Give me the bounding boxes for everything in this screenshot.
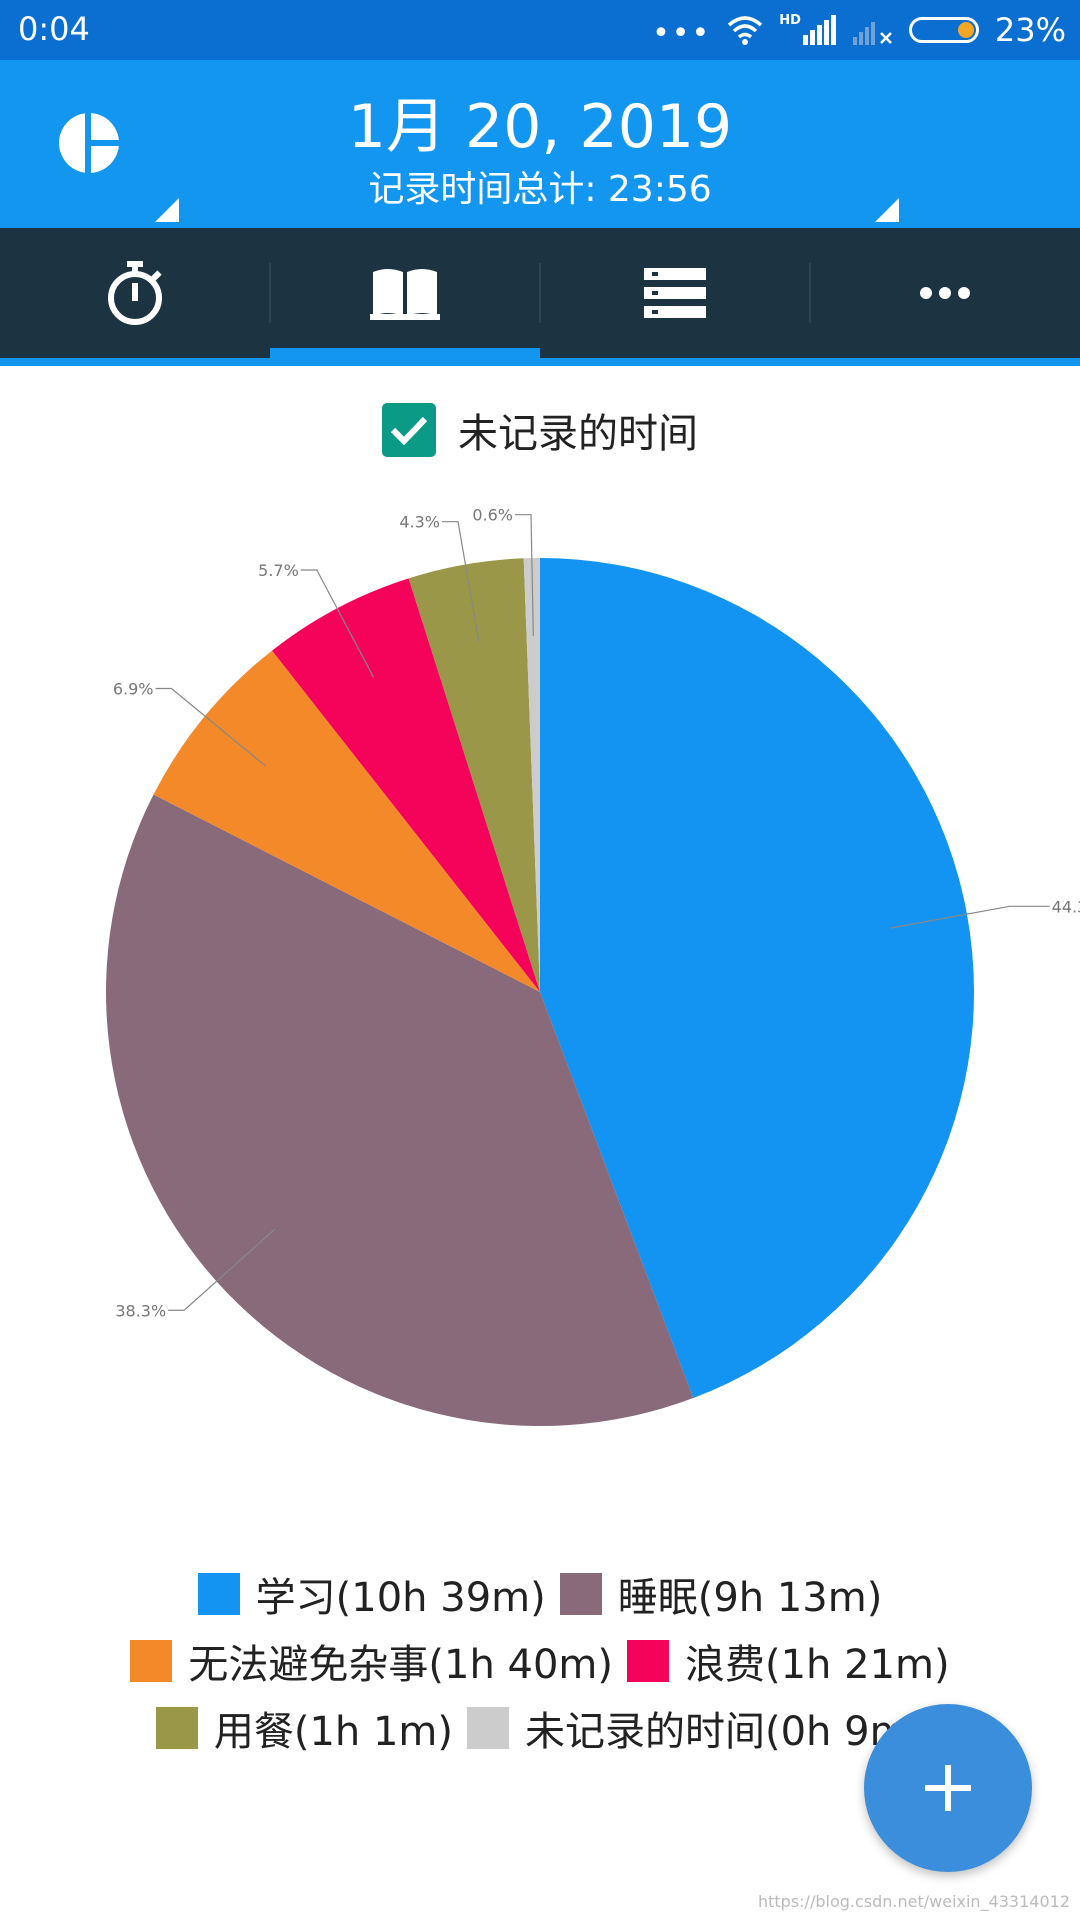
legend-item-5: 未记录的时间(0h 9m) <box>467 1699 924 1757</box>
legend-label-3: 浪费(1h 21m) <box>685 1641 950 1688</box>
tab-timer[interactable] <box>0 228 270 358</box>
signal-icon <box>802 15 836 45</box>
legend-swatch-1 <box>559 1572 602 1615</box>
legend-row: 无法避免杂事(1h 40m) 浪费(1h 21m) <box>0 1627 1080 1694</box>
legend-label-4: 用餐(1h 1m) <box>213 1708 453 1755</box>
legend-row: 学习(10h 39m) 睡眠(9h 13m) <box>0 1560 1080 1627</box>
legend-item-0: 学习(10h 39m) <box>197 1565 546 1623</box>
battery-percent: 23% <box>994 11 1066 49</box>
status-time: 0:04 <box>18 10 90 48</box>
tab-bar-underline <box>0 358 1080 366</box>
pie-pct-label-0: 44.3% <box>1052 897 1080 916</box>
pie-pct-label-5: 0.6% <box>472 506 513 525</box>
pie-pct-label-2: 6.9% <box>113 680 154 699</box>
legend-swatch-3 <box>627 1639 669 1682</box>
dropdown-corner-left-icon[interactable] <box>155 198 179 222</box>
header-date[interactable]: 1月 20, 2019 <box>0 78 1080 165</box>
battery-icon <box>908 17 979 43</box>
unrecorded-checkbox[interactable] <box>382 403 436 457</box>
unrecorded-label: 未记录的时间 <box>458 411 698 457</box>
pie-chart: 44.3% 38.3% 6.9% 5.7% 4.3% 0.6% <box>106 506 1080 1426</box>
legend-label-1: 睡眠(9h 13m) <box>617 1574 883 1621</box>
legend-swatch-2 <box>130 1639 173 1682</box>
more-dots-icon: ••• <box>652 16 712 51</box>
plus-icon <box>925 1765 971 1811</box>
pie-pct-label-4: 4.3% <box>399 513 440 532</box>
legend-item-4: 用餐(1h 1m) <box>155 1699 453 1757</box>
legend-item-1: 睡眠(9h 13m) <box>559 1565 883 1623</box>
legend-item-3: 浪费(1h 21m) <box>627 1632 950 1690</box>
legend-label-2: 无法避免杂事(1h 40m) <box>188 1641 613 1688</box>
unrecorded-filter[interactable]: 未记录的时间 <box>0 400 1080 460</box>
checkmark-icon <box>390 416 428 445</box>
tab-list[interactable] <box>540 228 810 358</box>
legend-swatch-5 <box>467 1706 509 1749</box>
wifi-icon <box>728 16 763 45</box>
tab-book[interactable] <box>270 228 540 358</box>
tab-bar <box>0 228 1080 366</box>
add-button[interactable] <box>864 1704 1032 1872</box>
stopwatch-icon <box>108 261 162 325</box>
hd-label: HD <box>779 12 801 28</box>
more-icon <box>920 287 970 299</box>
list-icon <box>644 268 706 318</box>
status-bar: 0:04 ••• HD 23% <box>0 0 1080 60</box>
legend-item-2: 无法避免杂事(1h 40m) <box>130 1632 613 1690</box>
legend-swatch-0 <box>197 1572 240 1615</box>
pie-pct-label-3: 5.7% <box>258 561 299 580</box>
book-icon <box>370 269 440 320</box>
signal-no-sim-icon <box>852 22 892 45</box>
legend-label-5: 未记录的时间(0h 9m) <box>525 1708 925 1755</box>
legend-swatch-4 <box>155 1706 198 1749</box>
watermark: https://blog.csdn.net/weixin_43314012 <box>757 1892 1070 1911</box>
status-icons: ••• HD 23% <box>652 10 1066 50</box>
pie-pct-label-1: 38.3% <box>115 1301 166 1320</box>
legend-label-0: 学习(10h 39m) <box>255 1574 546 1621</box>
app-header: 1月 20, 2019 记录时间总计: 23:56 <box>0 60 1080 228</box>
tab-more[interactable] <box>810 228 1080 358</box>
dropdown-corner-right-icon[interactable] <box>875 198 899 222</box>
